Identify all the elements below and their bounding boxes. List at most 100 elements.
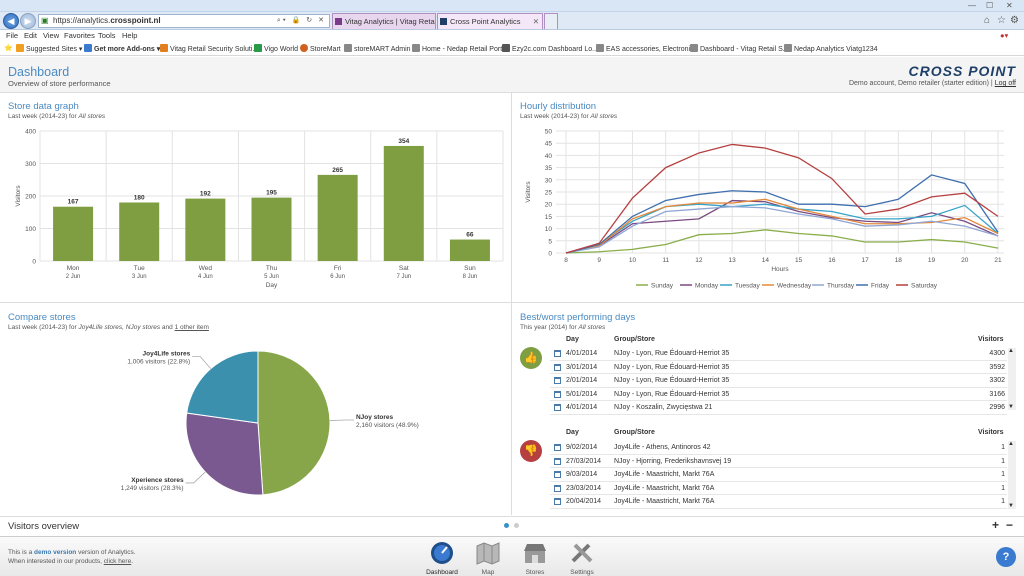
- row-day: 23/03/2014: [566, 484, 602, 492]
- fav-vitag[interactable]: Vitag Retail Security Soluti...: [160, 44, 258, 53]
- worst-scrollbar[interactable]: ▲ ▼: [1008, 441, 1016, 509]
- table-row[interactable]: 3/01/2014 NJoy - Lyon, Rue Édouard-Herrio…: [550, 361, 1007, 374]
- fav-suggested-sites[interactable]: Suggested Sites ▾: [16, 44, 82, 53]
- table-row[interactable]: 2/01/2014 NJoy - Lyon, Rue Édouard-Herrio…: [550, 374, 1007, 388]
- tab-crosspoint[interactable]: Cross Point Analytics ✕: [437, 13, 543, 29]
- row-group: Joy4Life - Athens, Antinoros 42: [614, 444, 711, 451]
- collapse-button[interactable]: −: [1006, 518, 1013, 532]
- y-tick-label: 40: [545, 153, 553, 160]
- window-titlebar: — ☐ ✕: [0, 0, 1024, 12]
- favorites-star-icon[interactable]: ☆: [997, 15, 1006, 26]
- address-bar[interactable]: ▣ https://analytics.crosspoint.nl ⌕▾ 🔒 ↻…: [38, 14, 330, 28]
- other-item-link[interactable]: 1 other item: [175, 324, 209, 331]
- nav-label: Stores: [525, 569, 545, 576]
- y-tick-label: 300: [25, 161, 36, 168]
- table-row[interactable]: 9/02/2014 Joy4Life - Athens, Antinoros 42…: [550, 441, 1007, 455]
- forward-button[interactable]: ▶: [20, 13, 36, 29]
- pie-slice-name: NJoy stores: [356, 414, 394, 421]
- table-row[interactable]: 5/01/2014 NJoy - Lyon, Rue Édouard-Herrio…: [550, 388, 1007, 401]
- close-window-button[interactable]: ✕: [1006, 1, 1013, 10]
- table-row[interactable]: 20/04/2014 Joy4Life - Maastricht, Markt 7…: [550, 495, 1007, 509]
- fav-ezy2c[interactable]: Ezy2c.com Dashboard Lo...: [502, 44, 598, 53]
- y-tick-label: 35: [545, 165, 553, 172]
- page-dot-active[interactable]: [504, 523, 509, 528]
- menu-edit[interactable]: Edit: [24, 31, 37, 40]
- click-here-link[interactable]: click here: [104, 558, 131, 565]
- visitors-overview-title: Visitors overview: [8, 521, 80, 532]
- favicon-icon: [440, 18, 447, 25]
- logoff-link[interactable]: Log off: [995, 80, 1016, 87]
- y-axis-label: Visitors: [525, 181, 532, 203]
- row-day: 27/03/2014: [566, 457, 602, 465]
- nav-map[interactable]: Map: [466, 541, 510, 576]
- table-row[interactable]: 4/01/2014 NJoy - Lyon, Rue Édouard-Herrio…: [550, 347, 1007, 361]
- scroll-down-icon[interactable]: ▼: [1008, 404, 1014, 410]
- bar: [53, 206, 94, 261]
- row-day: 3/01/2014: [566, 363, 598, 371]
- compare-stores-pie-chart: NJoy stores2,160 visitors (48.9%) Xperien…: [121, 350, 419, 496]
- x-tick-label: 17: [861, 257, 869, 264]
- tab-vitag[interactable]: Vitag Analytics | Vitag Retail Se...: [332, 13, 436, 29]
- x-axis-label: Day: [266, 282, 278, 289]
- hourly-distribution-panel: Hourly distribution Last week (2014-23) …: [512, 93, 1024, 303]
- fav-eas[interactable]: EAS accessories, Electroni...: [596, 44, 696, 53]
- table-row[interactable]: 23/03/2014 Joy4Life - Maastricht, Markt 7…: [550, 482, 1007, 495]
- address-row: ◀ ▶ ▣ https://analytics.crosspoint.nl ⌕▾…: [0, 12, 1024, 30]
- row-group: Joy4Life - Maastricht, Markt 76A: [614, 471, 715, 478]
- calendar-icon: [554, 484, 561, 492]
- menu-help[interactable]: Help: [122, 31, 137, 40]
- x-tick-label: 7 Jun: [396, 274, 411, 280]
- fav-get-addons[interactable]: Get more Add-ons ▾: [84, 44, 160, 53]
- scroll-up-icon[interactable]: ▲: [1008, 348, 1014, 354]
- menu-tools[interactable]: Tools: [98, 31, 116, 40]
- calendar-icon: [554, 471, 561, 478]
- app-header: Dashboard Overview of store performance …: [0, 57, 1024, 93]
- x-tick-label: Wed: [199, 265, 213, 272]
- nav-stores[interactable]: Stores: [513, 541, 557, 576]
- expand-button[interactable]: +: [992, 518, 999, 532]
- legend-item-sunday: Sunday: [636, 283, 674, 290]
- store-data-bar-chart: 0 100 200 300 400 167 Mon 2 Jun 180 Tue 3 Jun 192 We…: [15, 129, 504, 289]
- new-tab-button[interactable]: [544, 13, 558, 29]
- scroll-down-icon[interactable]: ▼: [1008, 503, 1014, 509]
- fav-nedap-portal[interactable]: Home - Nedap Retail Portal: [412, 44, 508, 53]
- help-button[interactable]: ?: [996, 547, 1016, 567]
- user-icon[interactable]: ●▾: [1000, 31, 1008, 40]
- address-tools-icon[interactable]: ⌕▾ 🔒 ↻ ✕: [277, 15, 326, 27]
- pie-slice-value: 2,160 visitors (48.9%): [356, 422, 419, 429]
- row-group: NJoy - Lyon, Rue Édouard-Herriot 35: [614, 377, 730, 384]
- x-tick-label: 9: [597, 257, 601, 264]
- fav-storemart-admin[interactable]: storeMART Admin: [344, 44, 411, 53]
- close-tab-icon[interactable]: ✕: [533, 14, 539, 29]
- table-row[interactable]: 4/01/2014 NJoy - Koszalin, Zwycięstwa 21 2…: [550, 401, 1007, 415]
- menu-favorites[interactable]: Favorites: [64, 31, 95, 40]
- visitors-overview-bar[interactable]: Visitors overview + −: [0, 516, 1024, 536]
- fav-nedap-analytics[interactable]: Nedap Analytics Viatg1234: [784, 44, 878, 53]
- nav-settings[interactable]: Settings: [560, 541, 604, 576]
- fav-storemart[interactable]: StoreMart: [300, 44, 341, 53]
- thumbs-up-icon: 👍: [520, 347, 542, 369]
- home-icon[interactable]: ⌂: [984, 15, 990, 26]
- gear-icon[interactable]: ⚙: [1010, 15, 1019, 26]
- fav-vigo-world[interactable]: Vigo World: [254, 44, 298, 53]
- nav-dashboard[interactable]: Dashboard: [420, 541, 464, 576]
- x-tick-label: 8: [564, 257, 568, 264]
- fav-vitag-dashboard[interactable]: Dashboard - Vitag Retail S...: [690, 44, 789, 53]
- tab-label: Cross Point Analytics: [450, 17, 521, 26]
- calendar-icon: [554, 404, 561, 411]
- back-button[interactable]: ◀: [3, 13, 19, 29]
- minimize-button[interactable]: —: [968, 1, 976, 10]
- table-row[interactable]: 9/03/2014 Joy4Life - Maastricht, Markt 76…: [550, 468, 1007, 482]
- menu-view[interactable]: View: [43, 31, 59, 40]
- table-row[interactable]: 27/03/2014 NJoy - Hjorring, Frederikshavn…: [550, 455, 1007, 468]
- page-dot[interactable]: [514, 523, 519, 528]
- best-scrollbar[interactable]: ▲ ▼: [1008, 348, 1016, 410]
- y-tick-label: 20: [545, 202, 553, 209]
- legend-label: Thursday: [827, 283, 855, 290]
- footer-bar: This is a demo version version of Analyt…: [0, 536, 1024, 576]
- legend-label: Sunday: [651, 283, 674, 290]
- menu-file[interactable]: File: [6, 31, 18, 40]
- maximize-button[interactable]: ☐: [986, 1, 993, 10]
- favorites-star-icon[interactable]: ⭐: [4, 44, 13, 52]
- scroll-up-icon[interactable]: ▲: [1008, 441, 1014, 447]
